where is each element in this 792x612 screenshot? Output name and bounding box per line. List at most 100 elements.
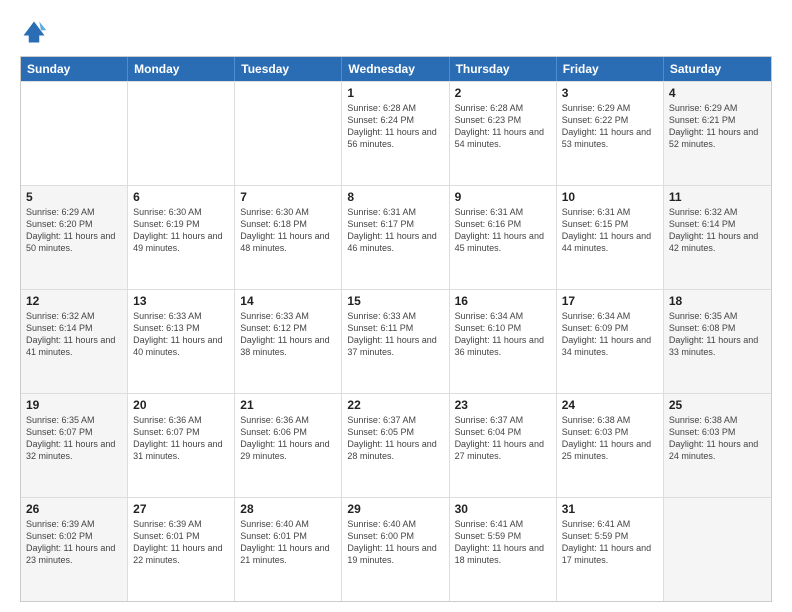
day-detail: Sunrise: 6:37 AM Sunset: 6:05 PM Dayligh… — [347, 414, 443, 463]
calendar-cell: 16Sunrise: 6:34 AM Sunset: 6:10 PM Dayli… — [450, 290, 557, 393]
day-detail: Sunrise: 6:41 AM Sunset: 5:59 PM Dayligh… — [455, 518, 551, 567]
day-number: 10 — [562, 190, 658, 204]
calendar-cell: 8 Sunrise: 6:31 AM Sunset: 6:17 PM Daylig… — [342, 186, 449, 289]
day-detail: Sunrise: 6:28 AM Sunset: 6:23 PM Dayligh… — [455, 102, 551, 151]
day-detail: Sunrise: 6:33 AM Sunset: 6:12 PM Dayligh… — [240, 310, 336, 359]
day-detail: Sunrise: 6:34 AM Sunset: 6:10 PM Dayligh… — [455, 310, 551, 359]
calendar-cell: 11 Sunrise: 6:32 AM Sunset: 6:14 PM Dayli… — [664, 186, 771, 289]
calendar-cell: 20Sunrise: 6:36 AM Sunset: 6:07 PM Dayli… — [128, 394, 235, 497]
day-number: 29 — [347, 502, 443, 516]
day-number: 1 — [347, 86, 443, 100]
day-number: 27 — [133, 502, 229, 516]
day-number: 2 — [455, 86, 551, 100]
day-number: 30 — [455, 502, 551, 516]
day-number: 4 — [669, 86, 766, 100]
day-detail: Sunrise: 6:36 AM Sunset: 6:07 PM Dayligh… — [133, 414, 229, 463]
day-number: 6 — [133, 190, 229, 204]
day-detail: Sunrise: 6:30 AM Sunset: 6:18 PM Dayligh… — [240, 206, 336, 255]
calendar-cell: 28Sunrise: 6:40 AM Sunset: 6:01 PM Dayli… — [235, 498, 342, 601]
calendar-cell: 15Sunrise: 6:33 AM Sunset: 6:11 PM Dayli… — [342, 290, 449, 393]
calendar-header-row: SundayMondayTuesdayWednesdayThursdayFrid… — [21, 57, 771, 81]
logo — [20, 18, 52, 46]
calendar-cell: 18Sunrise: 6:35 AM Sunset: 6:08 PM Dayli… — [664, 290, 771, 393]
calendar-cell: 10 Sunrise: 6:31 AM Sunset: 6:15 PM Dayli… — [557, 186, 664, 289]
calendar-week-4: 26Sunrise: 6:39 AM Sunset: 6:02 PM Dayli… — [21, 497, 771, 601]
calendar-cell: 17 Sunrise: 6:34 AM Sunset: 6:09 PM Dayli… — [557, 290, 664, 393]
calendar-cell: 30 Sunrise: 6:41 AM Sunset: 5:59 PM Dayli… — [450, 498, 557, 601]
header-cell-wednesday: Wednesday — [342, 57, 449, 81]
day-number: 22 — [347, 398, 443, 412]
day-detail: Sunrise: 6:37 AM Sunset: 6:04 PM Dayligh… — [455, 414, 551, 463]
day-number: 28 — [240, 502, 336, 516]
day-detail: Sunrise: 6:29 AM Sunset: 6:20 PM Dayligh… — [26, 206, 122, 255]
day-number: 9 — [455, 190, 551, 204]
calendar-cell: 14Sunrise: 6:33 AM Sunset: 6:12 PM Dayli… — [235, 290, 342, 393]
calendar-cell: 24Sunrise: 6:38 AM Sunset: 6:03 PM Dayli… — [557, 394, 664, 497]
day-number: 31 — [562, 502, 658, 516]
header-cell-friday: Friday — [557, 57, 664, 81]
calendar-cell — [128, 82, 235, 185]
calendar-cell: 7Sunrise: 6:30 AM Sunset: 6:18 PM Daylig… — [235, 186, 342, 289]
calendar-cell: 26Sunrise: 6:39 AM Sunset: 6:02 PM Dayli… — [21, 498, 128, 601]
page: SundayMondayTuesdayWednesdayThursdayFrid… — [0, 0, 792, 612]
day-number: 13 — [133, 294, 229, 308]
day-detail: Sunrise: 6:28 AM Sunset: 6:24 PM Dayligh… — [347, 102, 443, 151]
calendar-cell: 12 Sunrise: 6:32 AM Sunset: 6:14 PM Dayli… — [21, 290, 128, 393]
calendar-cell: 23 Sunrise: 6:37 AM Sunset: 6:04 PM Dayli… — [450, 394, 557, 497]
calendar-cell — [664, 498, 771, 601]
day-detail: Sunrise: 6:32 AM Sunset: 6:14 PM Dayligh… — [669, 206, 766, 255]
calendar-cell: 3 Sunrise: 6:29 AM Sunset: 6:22 PM Daylig… — [557, 82, 664, 185]
calendar-week-3: 19 Sunrise: 6:35 AM Sunset: 6:07 PM Dayli… — [21, 393, 771, 497]
day-detail: Sunrise: 6:33 AM Sunset: 6:13 PM Dayligh… — [133, 310, 229, 359]
day-detail: Sunrise: 6:31 AM Sunset: 6:17 PM Dayligh… — [347, 206, 443, 255]
day-number: 5 — [26, 190, 122, 204]
header — [20, 18, 772, 46]
day-number: 19 — [26, 398, 122, 412]
calendar: SundayMondayTuesdayWednesdayThursdayFrid… — [20, 56, 772, 602]
calendar-week-1: 5 Sunrise: 6:29 AM Sunset: 6:20 PM Daylig… — [21, 185, 771, 289]
day-number: 23 — [455, 398, 551, 412]
day-number: 8 — [347, 190, 443, 204]
day-number: 12 — [26, 294, 122, 308]
calendar-cell: 19 Sunrise: 6:35 AM Sunset: 6:07 PM Dayli… — [21, 394, 128, 497]
day-detail: Sunrise: 6:39 AM Sunset: 6:01 PM Dayligh… — [133, 518, 229, 567]
calendar-cell: 27 Sunrise: 6:39 AM Sunset: 6:01 PM Dayli… — [128, 498, 235, 601]
day-number: 24 — [562, 398, 658, 412]
calendar-cell: 22 Sunrise: 6:37 AM Sunset: 6:05 PM Dayli… — [342, 394, 449, 497]
header-cell-thursday: Thursday — [450, 57, 557, 81]
header-cell-saturday: Saturday — [664, 57, 771, 81]
day-detail: Sunrise: 6:40 AM Sunset: 6:00 PM Dayligh… — [347, 518, 443, 567]
day-number: 11 — [669, 190, 766, 204]
day-number: 3 — [562, 86, 658, 100]
calendar-cell — [235, 82, 342, 185]
calendar-cell: 13 Sunrise: 6:33 AM Sunset: 6:13 PM Dayli… — [128, 290, 235, 393]
calendar-cell — [21, 82, 128, 185]
header-cell-tuesday: Tuesday — [235, 57, 342, 81]
day-detail: Sunrise: 6:41 AM Sunset: 5:59 PM Dayligh… — [562, 518, 658, 567]
calendar-body: 1 Sunrise: 6:28 AM Sunset: 6:24 PM Daylig… — [21, 81, 771, 601]
calendar-cell: 31 Sunrise: 6:41 AM Sunset: 5:59 PM Dayli… — [557, 498, 664, 601]
calendar-cell: 25Sunrise: 6:38 AM Sunset: 6:03 PM Dayli… — [664, 394, 771, 497]
header-cell-monday: Monday — [128, 57, 235, 81]
day-number: 26 — [26, 502, 122, 516]
day-detail: Sunrise: 6:38 AM Sunset: 6:03 PM Dayligh… — [669, 414, 766, 463]
day-detail: Sunrise: 6:30 AM Sunset: 6:19 PM Dayligh… — [133, 206, 229, 255]
day-number: 17 — [562, 294, 658, 308]
calendar-cell: 9Sunrise: 6:31 AM Sunset: 6:16 PM Daylig… — [450, 186, 557, 289]
day-number: 18 — [669, 294, 766, 308]
day-number: 21 — [240, 398, 336, 412]
day-detail: Sunrise: 6:31 AM Sunset: 6:15 PM Dayligh… — [562, 206, 658, 255]
day-detail: Sunrise: 6:33 AM Sunset: 6:11 PM Dayligh… — [347, 310, 443, 359]
calendar-cell: 1 Sunrise: 6:28 AM Sunset: 6:24 PM Daylig… — [342, 82, 449, 185]
calendar-cell: 21 Sunrise: 6:36 AM Sunset: 6:06 PM Dayli… — [235, 394, 342, 497]
calendar-cell: 4 Sunrise: 6:29 AM Sunset: 6:21 PM Daylig… — [664, 82, 771, 185]
day-detail: Sunrise: 6:36 AM Sunset: 6:06 PM Dayligh… — [240, 414, 336, 463]
day-detail: Sunrise: 6:29 AM Sunset: 6:22 PM Dayligh… — [562, 102, 658, 151]
day-detail: Sunrise: 6:34 AM Sunset: 6:09 PM Dayligh… — [562, 310, 658, 359]
logo-icon — [20, 18, 48, 46]
calendar-cell: 2 Sunrise: 6:28 AM Sunset: 6:23 PM Daylig… — [450, 82, 557, 185]
day-detail: Sunrise: 6:35 AM Sunset: 6:07 PM Dayligh… — [26, 414, 122, 463]
day-detail: Sunrise: 6:32 AM Sunset: 6:14 PM Dayligh… — [26, 310, 122, 359]
calendar-cell: 5 Sunrise: 6:29 AM Sunset: 6:20 PM Daylig… — [21, 186, 128, 289]
day-detail: Sunrise: 6:29 AM Sunset: 6:21 PM Dayligh… — [669, 102, 766, 151]
